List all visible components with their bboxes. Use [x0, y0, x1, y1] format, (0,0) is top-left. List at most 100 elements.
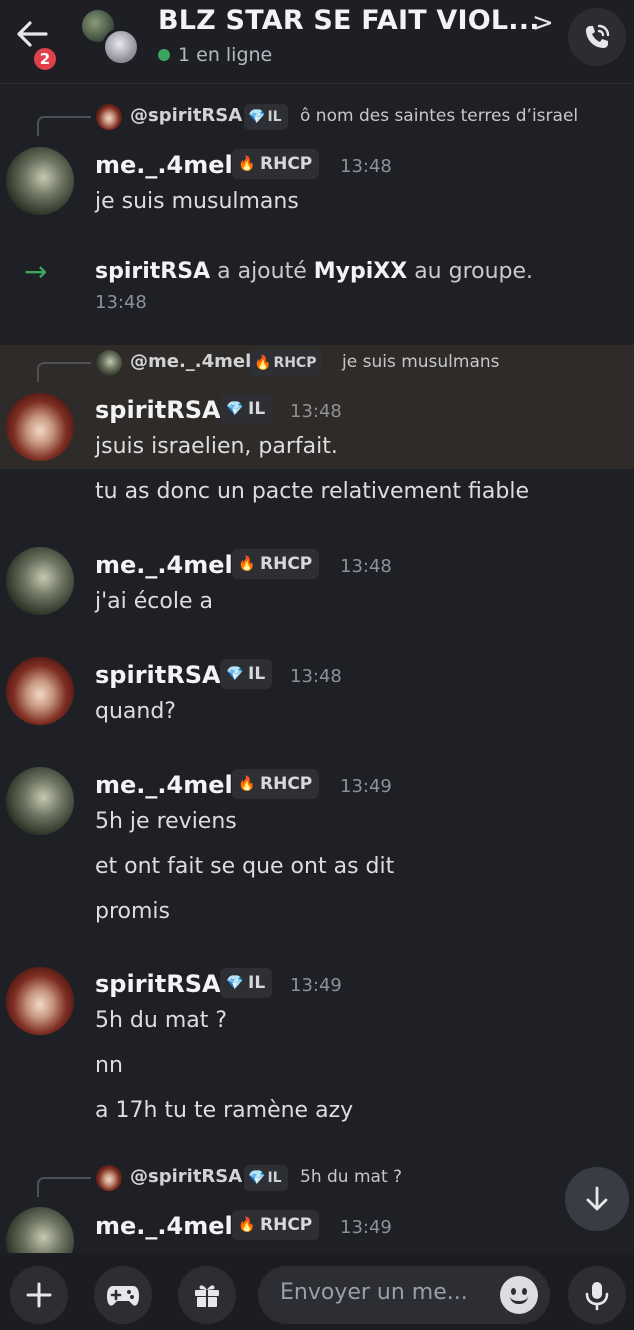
group-avatar-member-2 — [102, 28, 140, 66]
role-label: IL — [248, 399, 266, 419]
reply-role-label: IL — [267, 109, 282, 125]
channel-title[interactable]: BLZ STAR SE FAIT VIOL... — [158, 5, 540, 36]
message-time: 13:48 — [340, 556, 392, 577]
avatar[interactable] — [6, 767, 74, 835]
role-label: RHCP — [260, 1215, 313, 1235]
diamond-icon: 💎 — [226, 666, 244, 682]
message-line: et ont fait se que ont as dit — [95, 854, 395, 879]
system-target[interactable]: MypiXX — [314, 259, 407, 284]
message-line: a 17h tu te ramène azy — [95, 1098, 354, 1123]
avatar[interactable] — [6, 147, 74, 215]
add-attachment-button[interactable] — [10, 1266, 68, 1324]
scroll-to-bottom-button[interactable] — [565, 1167, 629, 1231]
online-status: 1 en ligne — [158, 44, 272, 66]
message-line: quand? — [95, 699, 176, 724]
role-tag[interactable]: 💎 IL — [220, 394, 273, 424]
message-input-placeholder: Envoyer un me... — [280, 1280, 468, 1305]
reply-spine — [37, 362, 91, 382]
microphone-icon — [585, 1282, 609, 1311]
chevron-right-icon[interactable]: > — [532, 8, 554, 38]
reply-role-tag: 🔥 RHCP — [250, 350, 323, 376]
diamond-icon: 💎 — [226, 975, 244, 991]
reply-reference[interactable]: @spiritRSA 💎 IL ô nom des saintes terres… — [0, 102, 634, 136]
role-label: RHCP — [260, 774, 313, 794]
message-author[interactable]: me._.4mel — [95, 151, 233, 179]
role-tag[interactable]: 🔥 RHCP — [232, 769, 320, 799]
message-time: 13:49 — [340, 776, 392, 797]
system-actor[interactable]: spiritRSA — [95, 259, 210, 284]
message-author[interactable]: spiritRSA — [95, 396, 221, 424]
reply-role-tag: 💎 IL — [244, 1165, 288, 1191]
message-time: 13:49 — [290, 975, 342, 996]
reply-text: ô nom des saintes terres d’israel — [300, 106, 579, 126]
diamond-icon: 💎 — [248, 109, 266, 125]
flame-icon: 🔥 — [238, 1217, 256, 1233]
flame-icon: 🔥 — [238, 556, 256, 572]
reply-reference[interactable]: @me._.4mel 🔥 RHCP je suis musulmans — [0, 348, 634, 382]
reply-author[interactable]: @spiritRSA — [130, 105, 242, 126]
message-author[interactable]: me._.4mel — [95, 1212, 233, 1240]
message-input[interactable]: Envoyer un me... — [258, 1266, 550, 1324]
activities-button[interactable] — [94, 1266, 152, 1324]
role-label: IL — [248, 664, 266, 684]
system-time: 13:48 — [95, 292, 147, 313]
avatar[interactable] — [6, 393, 74, 461]
role-label: IL — [248, 973, 266, 993]
arrow-down-icon — [586, 1186, 608, 1211]
message-line: 5h je reviens — [95, 809, 237, 834]
reply-author[interactable]: @spiritRSA — [130, 1166, 242, 1187]
arrow-right-icon: → — [24, 255, 48, 288]
message-time: 13:48 — [290, 666, 342, 687]
role-tag[interactable]: 💎 IL — [220, 659, 273, 689]
system-rest: au groupe. — [414, 259, 534, 284]
flame-icon: 🔥 — [254, 355, 272, 371]
reply-reference[interactable]: @spiritRSA 💎 IL 5h du mat ? — [0, 1163, 634, 1197]
emoji-icon[interactable] — [500, 1276, 538, 1314]
phone-call-icon — [586, 24, 610, 48]
message-line: j'ai école a — [95, 589, 213, 614]
reply-text: je suis musulmans — [342, 352, 500, 372]
avatar[interactable] — [6, 967, 74, 1035]
reply-role-tag: 💎 IL — [244, 104, 288, 130]
message-line: promis — [95, 899, 170, 924]
diamond-icon: 💎 — [248, 1170, 266, 1186]
message-time: 13:48 — [340, 156, 392, 177]
role-label: RHCP — [260, 554, 313, 574]
message-author[interactable]: me._.4mel — [95, 771, 233, 799]
avatar[interactable] — [6, 547, 74, 615]
message-time: 13:49 — [340, 1217, 392, 1238]
message-line: tu as donc un pacte relativement fiable — [95, 479, 529, 504]
message-author[interactable]: spiritRSA — [95, 970, 221, 998]
message-line: je suis musulmans — [95, 189, 299, 214]
chat-header: 2 BLZ STAR SE FAIT VIOL... > 1 en ligne — [0, 0, 634, 84]
avatar[interactable] — [6, 657, 74, 725]
online-dot-icon — [158, 49, 170, 61]
reply-avatar — [96, 350, 122, 376]
plus-icon — [26, 1282, 52, 1308]
message-author[interactable]: me._.4mel — [95, 551, 233, 579]
message-time: 13:48 — [290, 401, 342, 422]
system-verb: a ajouté — [217, 259, 307, 284]
reply-author[interactable]: @me._.4mel — [130, 351, 251, 372]
reply-spine — [37, 1177, 91, 1197]
reply-role-label: RHCP — [273, 355, 317, 371]
message-line: jsuis israelien, parfait. — [95, 434, 338, 459]
gift-button[interactable] — [178, 1266, 236, 1324]
unread-badge: 2 — [31, 45, 59, 73]
reply-text: 5h du mat ? — [300, 1167, 403, 1187]
flame-icon: 🔥 — [238, 776, 256, 792]
message-author[interactable]: spiritRSA — [95, 661, 221, 689]
group-avatar[interactable] — [78, 6, 140, 68]
gift-icon — [195, 1285, 219, 1307]
role-tag[interactable]: 🔥 RHCP — [232, 1210, 320, 1240]
voice-message-button[interactable] — [568, 1266, 626, 1324]
call-button[interactable] — [568, 8, 626, 66]
system-message: spiritRSA a ajouté MypiXX au groupe. — [95, 259, 533, 284]
message-list[interactable]: @spiritRSA 💎 IL ô nom des saintes terres… — [0, 85, 634, 1253]
role-tag[interactable]: 💎 IL — [220, 968, 273, 998]
role-tag[interactable]: 🔥 RHCP — [232, 149, 320, 179]
role-tag[interactable]: 🔥 RHCP — [232, 549, 320, 579]
role-label: RHCP — [260, 154, 313, 174]
gamepad-icon — [107, 1286, 139, 1306]
avatar[interactable] — [6, 1207, 74, 1253]
